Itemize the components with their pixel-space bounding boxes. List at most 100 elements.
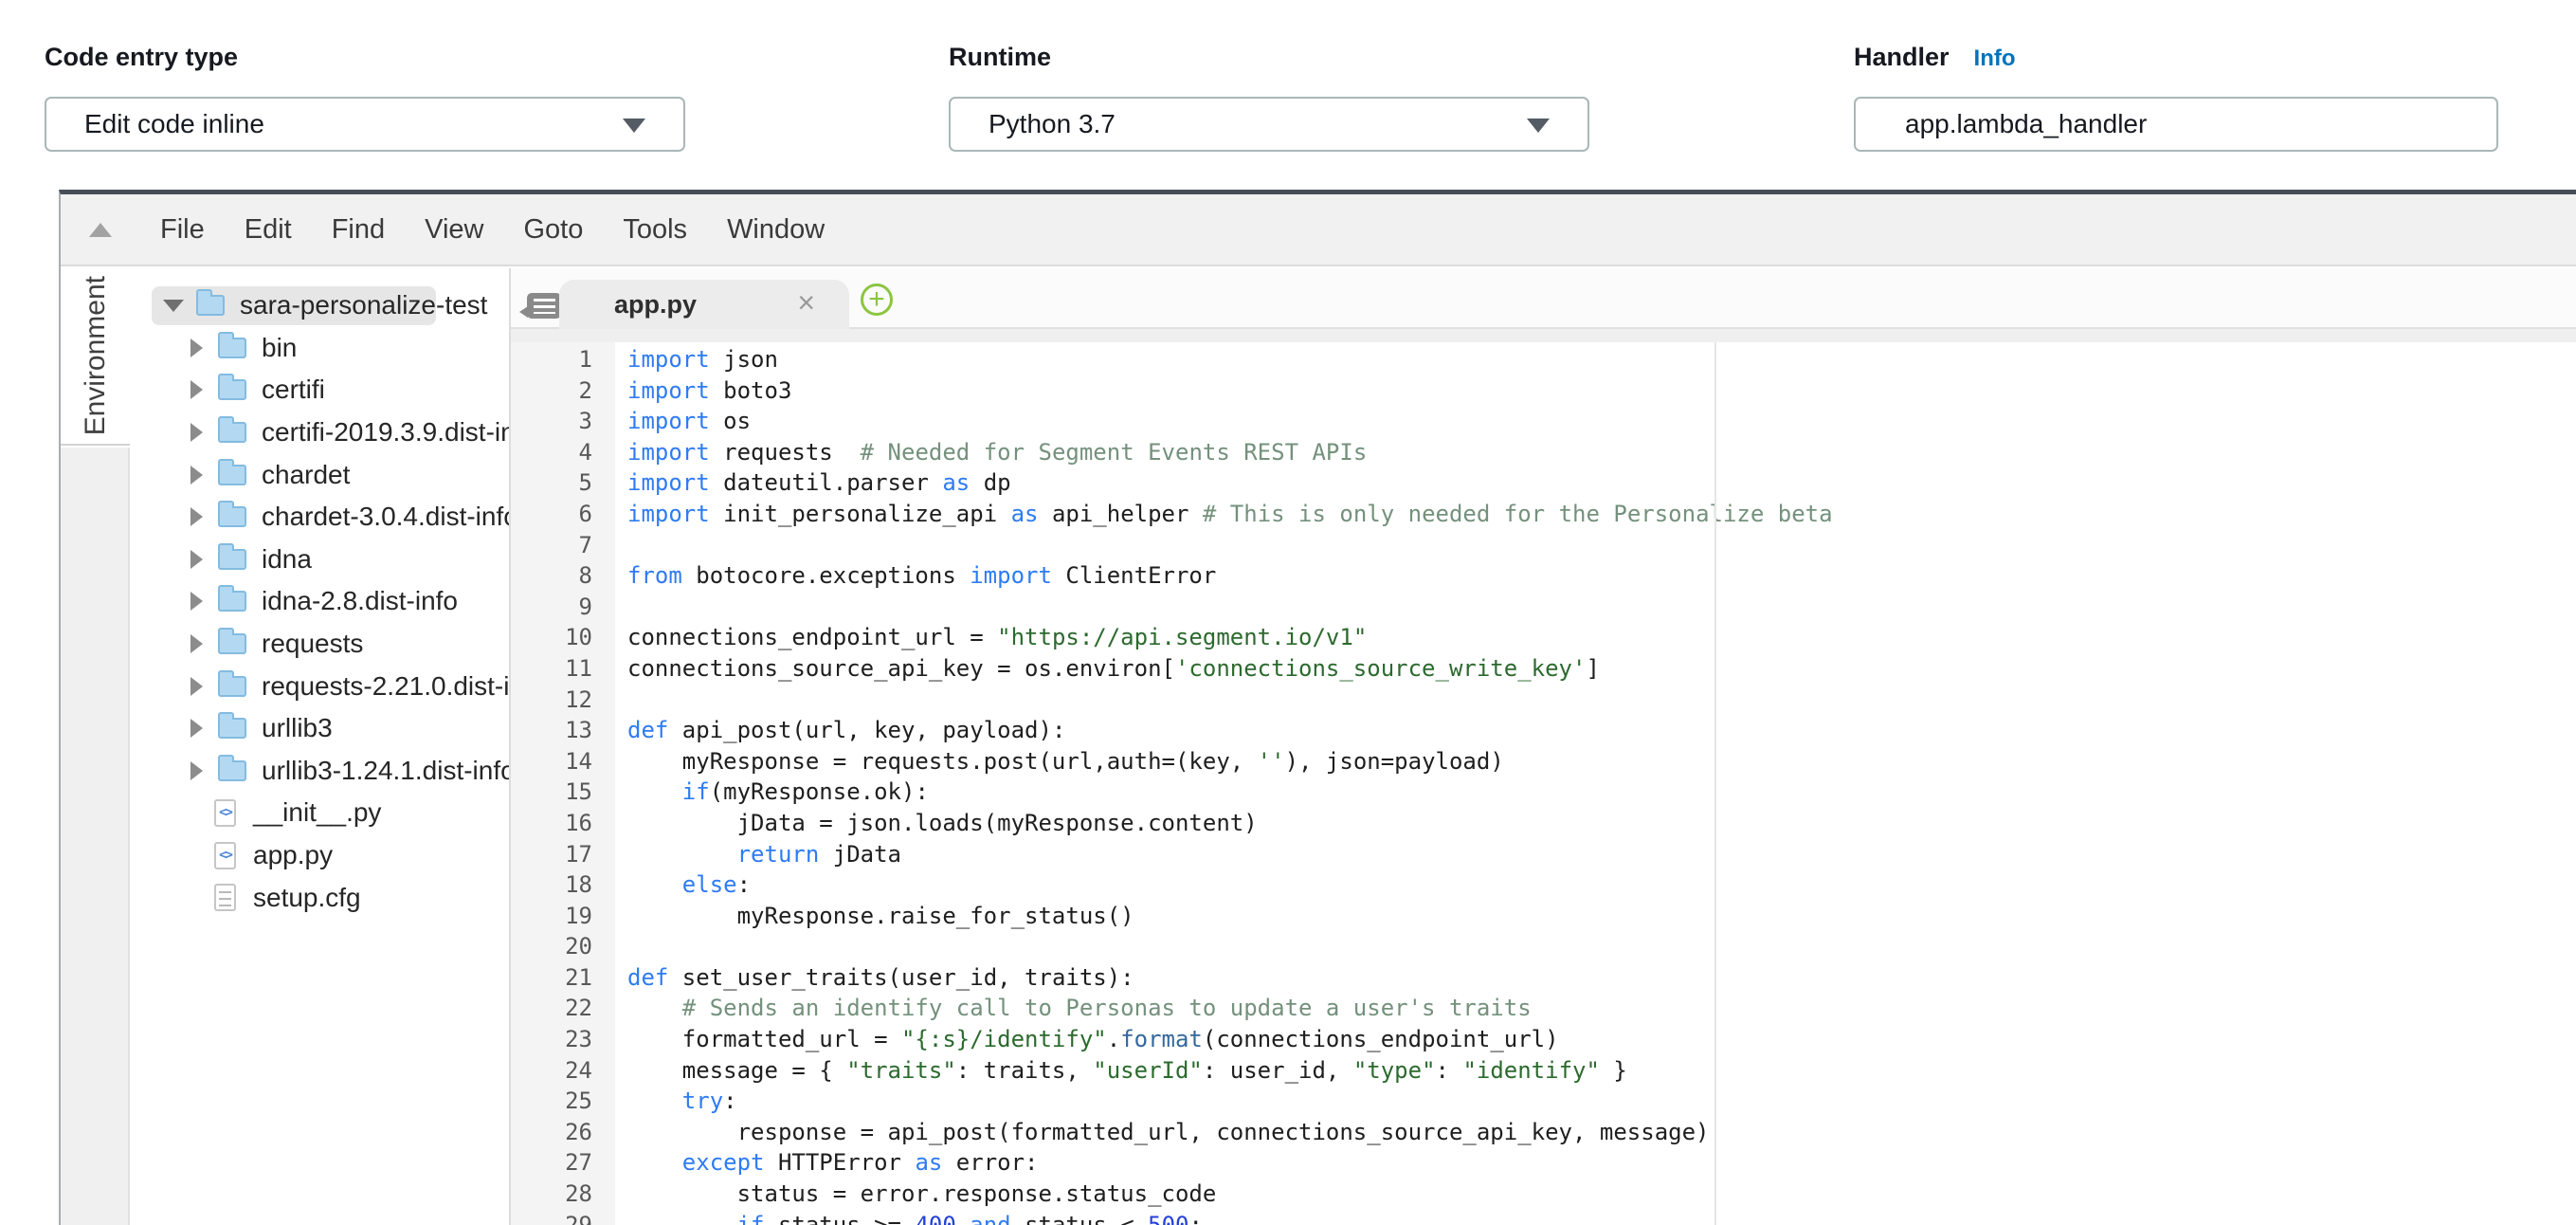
tree-item-app-py[interactable]: app.py <box>130 834 509 877</box>
tab-bar-footer <box>511 329 2576 342</box>
code-line[interactable]: except HTTPError as error: <box>627 1149 2576 1180</box>
tab-list-icon[interactable] <box>527 293 561 319</box>
line-number: 11 <box>511 655 592 686</box>
code-line[interactable]: import init_personalize_api as api_helpe… <box>627 501 2576 532</box>
disclosure-collapsed-icon[interactable] <box>190 761 203 780</box>
code-line[interactable] <box>627 686 2576 718</box>
line-number: 14 <box>511 748 592 779</box>
code-line[interactable]: from botocore.exceptions import ClientEr… <box>627 562 2576 594</box>
tree-item-requests[interactable]: requests <box>130 623 509 666</box>
disclosure-collapsed-icon[interactable] <box>190 634 203 653</box>
tree-item-idna[interactable]: idna <box>130 539 509 581</box>
menu-edit[interactable]: Edit <box>225 214 312 246</box>
code-line[interactable]: connections_endpoint_url = "https://api.… <box>627 624 2576 655</box>
code-line[interactable]: # Sends an identify call to Personas to … <box>627 995 2576 1026</box>
code-line[interactable]: return jData <box>627 841 2576 872</box>
menu-goto[interactable]: Goto <box>503 214 603 246</box>
editor-area: app.py × + 12345678910111213141516171819… <box>511 268 2576 1225</box>
code-line[interactable] <box>627 933 2576 964</box>
code-line[interactable]: jData = json.loads(myResponse.content) <box>627 810 2576 841</box>
line-number: 26 <box>511 1119 592 1150</box>
code-line[interactable]: else: <box>627 871 2576 903</box>
tree-item--init-py[interactable]: __init__.py <box>130 792 509 834</box>
tree-item-label: __init__.py <box>253 797 381 828</box>
add-tab-icon[interactable]: + <box>861 283 893 316</box>
python-file-icon <box>214 842 236 869</box>
disclosure-collapsed-icon[interactable] <box>190 380 203 399</box>
menu-tools[interactable]: Tools <box>603 214 707 246</box>
line-number: 5 <box>511 469 592 501</box>
code-line[interactable]: def api_post(url, key, payload): <box>627 717 2576 748</box>
tree-item-urllib3[interactable]: urllib3 <box>130 707 509 750</box>
code-line[interactable]: response = api_post(formatted_url, conne… <box>627 1119 2576 1150</box>
code-line[interactable]: status = error.response.status_code <box>627 1180 2576 1212</box>
code-line[interactable]: import json <box>627 346 2576 377</box>
code-line[interactable]: import dateutil.parser as dp <box>627 469 2576 501</box>
code-line[interactable] <box>627 532 2576 563</box>
code-line[interactable]: def set_user_traits(user_id, traits): <box>627 964 2576 996</box>
menu-view[interactable]: View <box>405 214 503 246</box>
disclosure-collapsed-icon[interactable] <box>190 719 203 738</box>
code-line[interactable]: message = { "traits": traits, "userId": … <box>627 1057 2576 1088</box>
code-line[interactable] <box>627 594 2576 625</box>
code-entry-type-select[interactable]: Edit code inline <box>45 97 685 152</box>
tree-item-certifi[interactable]: certifi <box>130 369 509 411</box>
code-editor-panel: FileEditFindViewGotoToolsWindow Environm… <box>59 190 2576 1225</box>
code-line[interactable]: if status >= 400 and status < 500: <box>627 1212 2576 1225</box>
tree-item-chardet[interactable]: chardet <box>130 453 509 496</box>
code-entry-type-label: Code entry type <box>45 38 685 76</box>
disclosure-expanded-icon[interactable] <box>163 300 184 312</box>
code-line[interactable]: import boto3 <box>627 377 2576 409</box>
tree-item-sara-personalize-test[interactable]: sara-personalize-test <box>130 284 509 327</box>
code-line[interactable]: if(myResponse.ok): <box>627 778 2576 810</box>
menu-window[interactable]: Window <box>707 214 844 246</box>
code-line[interactable]: connections_source_api_key = os.environ[… <box>627 655 2576 686</box>
code-pane[interactable]: 1234567891011121314151617181920212223242… <box>511 342 2576 1225</box>
tree-item-label: chardet-3.0.4.dist-info <box>262 502 511 532</box>
handler-input[interactable]: app.lambda_handler <box>1854 97 2498 152</box>
tree-item-idna-2-8-dist-info[interactable]: idna-2.8.dist-info <box>130 580 509 623</box>
tree-item-label: chardet <box>262 460 350 490</box>
line-number: 13 <box>511 717 592 748</box>
disclosure-collapsed-icon[interactable] <box>190 550 203 569</box>
line-number: 2 <box>511 377 592 409</box>
disclosure-collapsed-icon[interactable] <box>190 677 203 696</box>
python-file-icon <box>214 799 236 827</box>
tree-item-certifi-2019-3-9-dist-info[interactable]: certifi-2019.3.9.dist-info <box>130 411 509 454</box>
tree-item-label: bin <box>262 333 297 363</box>
line-number: 1 <box>511 346 592 377</box>
code-line[interactable]: try: <box>627 1088 2576 1119</box>
runtime-select[interactable]: Python 3.7 <box>949 97 1589 152</box>
folder-icon <box>218 379 246 400</box>
folder-icon <box>196 295 225 316</box>
tree-item-bin[interactable]: bin <box>130 327 509 370</box>
tree-item-setup-cfg[interactable]: setup.cfg <box>130 876 509 919</box>
tab-app-py[interactable]: app.py × <box>559 280 849 329</box>
line-number: 24 <box>511 1057 592 1088</box>
tree-item-requests-2-21-0-dist-info[interactable]: requests-2.21.0.dist-info <box>130 665 509 707</box>
code-content[interactable]: import jsonimport boto3import osimport r… <box>615 342 2576 1225</box>
collapse-editor-icon[interactable] <box>89 223 112 237</box>
close-icon[interactable]: × <box>797 285 815 320</box>
menu-file[interactable]: File <box>140 214 225 246</box>
code-line[interactable]: myResponse.raise_for_status() <box>627 903 2576 934</box>
print-margin <box>1714 342 1716 1225</box>
tree-item-chardet-3-0-4-dist-info[interactable]: chardet-3.0.4.dist-info <box>130 496 509 539</box>
line-number: 4 <box>511 439 592 470</box>
code-line[interactable]: import requests # Needed for Segment Eve… <box>627 439 2576 470</box>
code-line[interactable]: myResponse = requests.post(url,auth=(key… <box>627 748 2576 779</box>
menu-find[interactable]: Find <box>312 214 405 246</box>
disclosure-collapsed-icon[interactable] <box>190 507 203 526</box>
tree-item-urllib3-1-24-1-dist-info[interactable]: urllib3-1.24.1.dist-info <box>130 750 509 793</box>
disclosure-collapsed-icon[interactable] <box>190 423 203 442</box>
code-line[interactable]: import os <box>627 408 2576 439</box>
folder-icon <box>218 718 246 739</box>
info-link[interactable]: Info <box>1974 46 2016 71</box>
code-line[interactable]: formatted_url = "{:s}/identify".format(c… <box>627 1026 2576 1057</box>
disclosure-collapsed-icon[interactable] <box>190 338 203 357</box>
folder-icon <box>218 633 246 654</box>
runtime-label: Runtime <box>949 38 1589 76</box>
disclosure-collapsed-icon[interactable] <box>190 466 203 485</box>
environment-tab[interactable]: Environment <box>61 268 130 446</box>
disclosure-collapsed-icon[interactable] <box>190 592 203 611</box>
